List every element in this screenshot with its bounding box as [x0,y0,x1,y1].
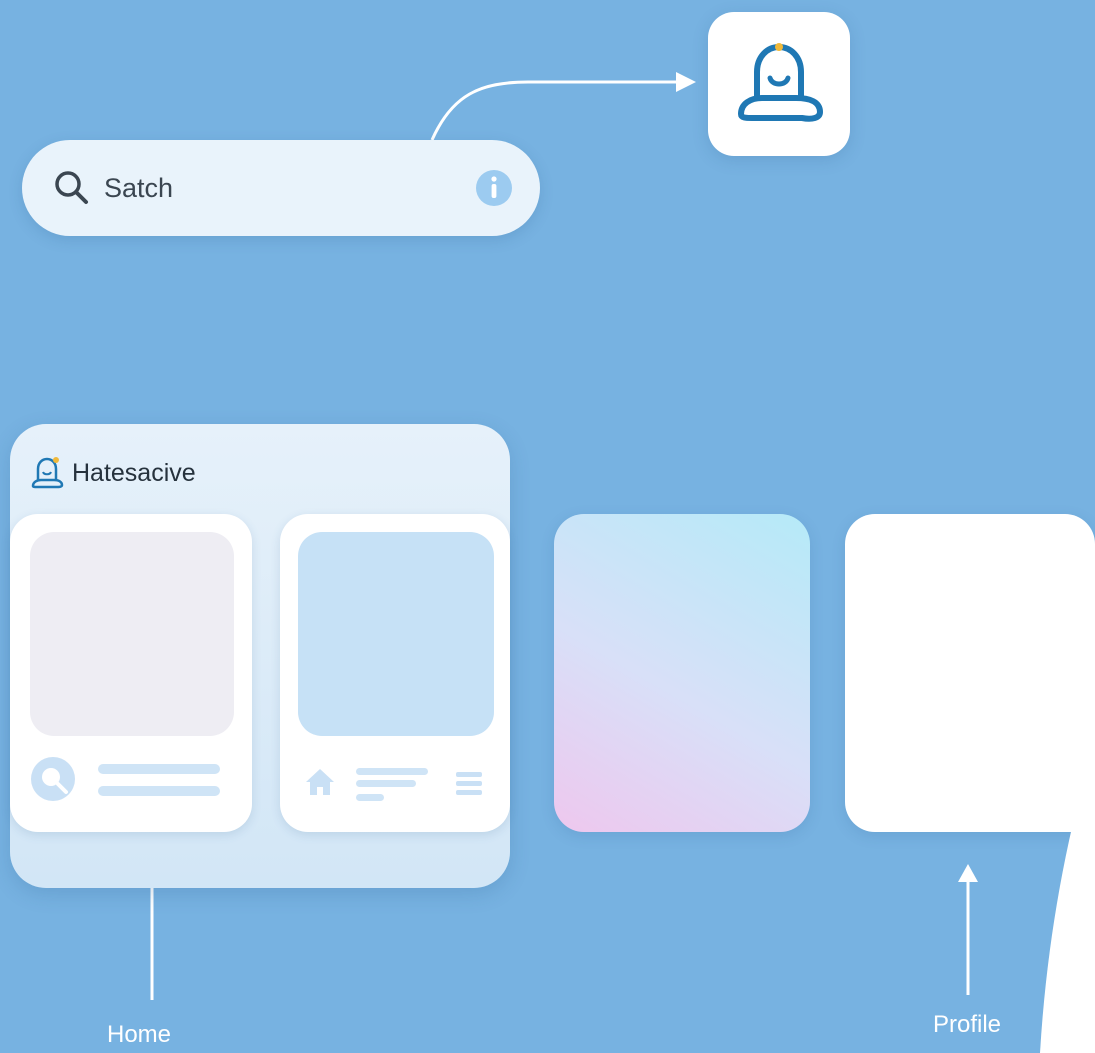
home-caption: Home [107,1021,172,1048]
app-name-label: Hatesacive [72,459,196,487]
text-line [356,768,428,775]
text-line [356,780,416,787]
card-thumbnail [298,532,494,736]
search-icon [31,757,75,801]
text-line [98,764,220,774]
profile-caption: Profile [933,1011,1002,1038]
home-card[interactable] [10,514,252,832]
list-card[interactable] [280,514,510,832]
info-icon[interactable] [474,168,514,208]
home-panel: Hatesacive [10,424,510,888]
app-icon-tile[interactable] [708,12,850,156]
bell-face-icon [31,457,64,489]
gradient-tile[interactable] [554,514,810,832]
text-line [356,794,384,801]
bell-face-icon [738,43,823,122]
search-icon [55,171,88,204]
profile-tile[interactable] [845,514,1095,832]
card-thumbnail [30,532,234,736]
search-label: Satch [104,173,174,203]
text-line [98,786,220,796]
menu-icon[interactable] [456,772,482,796]
search-bar[interactable]: Satch [22,140,540,236]
home-icon [306,769,334,795]
